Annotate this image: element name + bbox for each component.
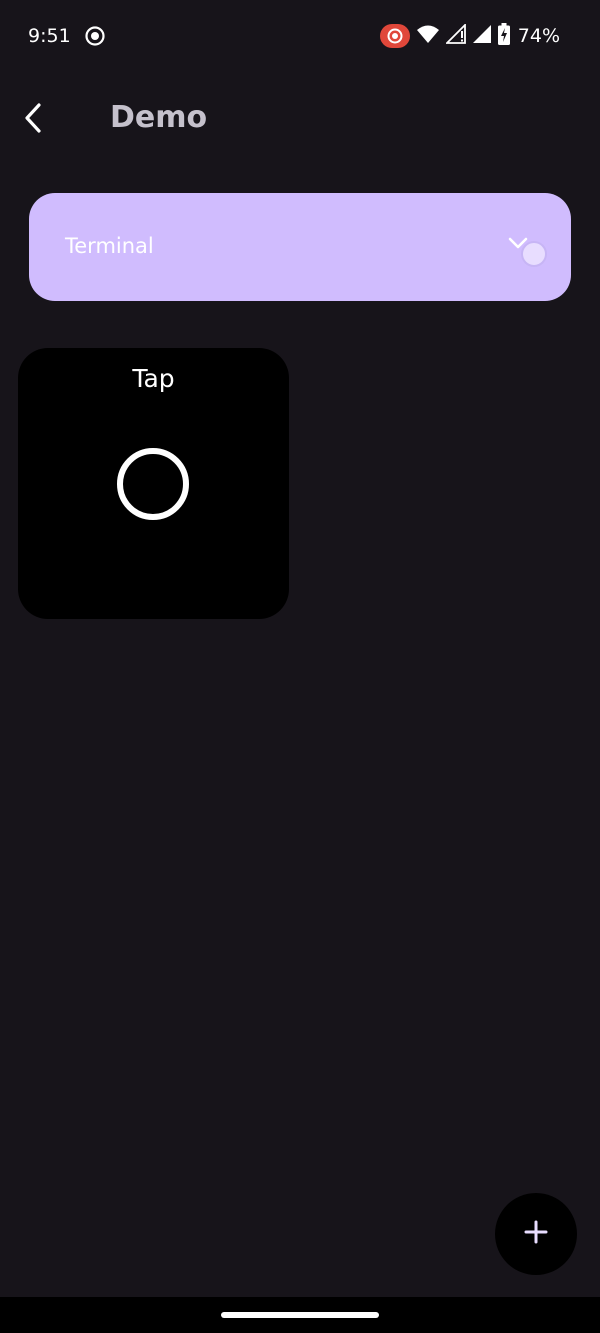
screen: 9:51 74% Demo Terminal Tap <box>0 0 600 1333</box>
add-button[interactable] <box>495 1193 577 1275</box>
terminal-dropdown[interactable]: Terminal <box>29 193 571 301</box>
status-bar: 9:51 74% <box>0 0 600 72</box>
circle-icon <box>117 448 189 520</box>
toggle-knob[interactable] <box>521 241 547 267</box>
back-arrow-icon <box>22 102 46 138</box>
battery-percent: 74% <box>517 25 560 47</box>
battery-charging-icon <box>497 23 510 49</box>
terminal-label: Terminal <box>65 234 154 258</box>
status-icons: 74% <box>379 22 560 50</box>
signal-icon <box>472 24 492 48</box>
status-time: 9:51 <box>28 25 71 47</box>
back-button[interactable] <box>10 96 58 144</box>
signal-no-data-icon <box>444 22 466 48</box>
page-title: Demo <box>110 100 208 135</box>
screen-record-icon <box>84 25 106 47</box>
home-indicator[interactable] <box>221 1312 379 1318</box>
tap-tile[interactable]: Tap <box>18 348 289 619</box>
navigation-bar <box>0 1297 600 1333</box>
plus-icon <box>523 1219 549 1249</box>
tap-tile-label: Tap <box>132 364 175 393</box>
cast-icon <box>379 24 410 48</box>
wifi-icon <box>416 24 440 48</box>
